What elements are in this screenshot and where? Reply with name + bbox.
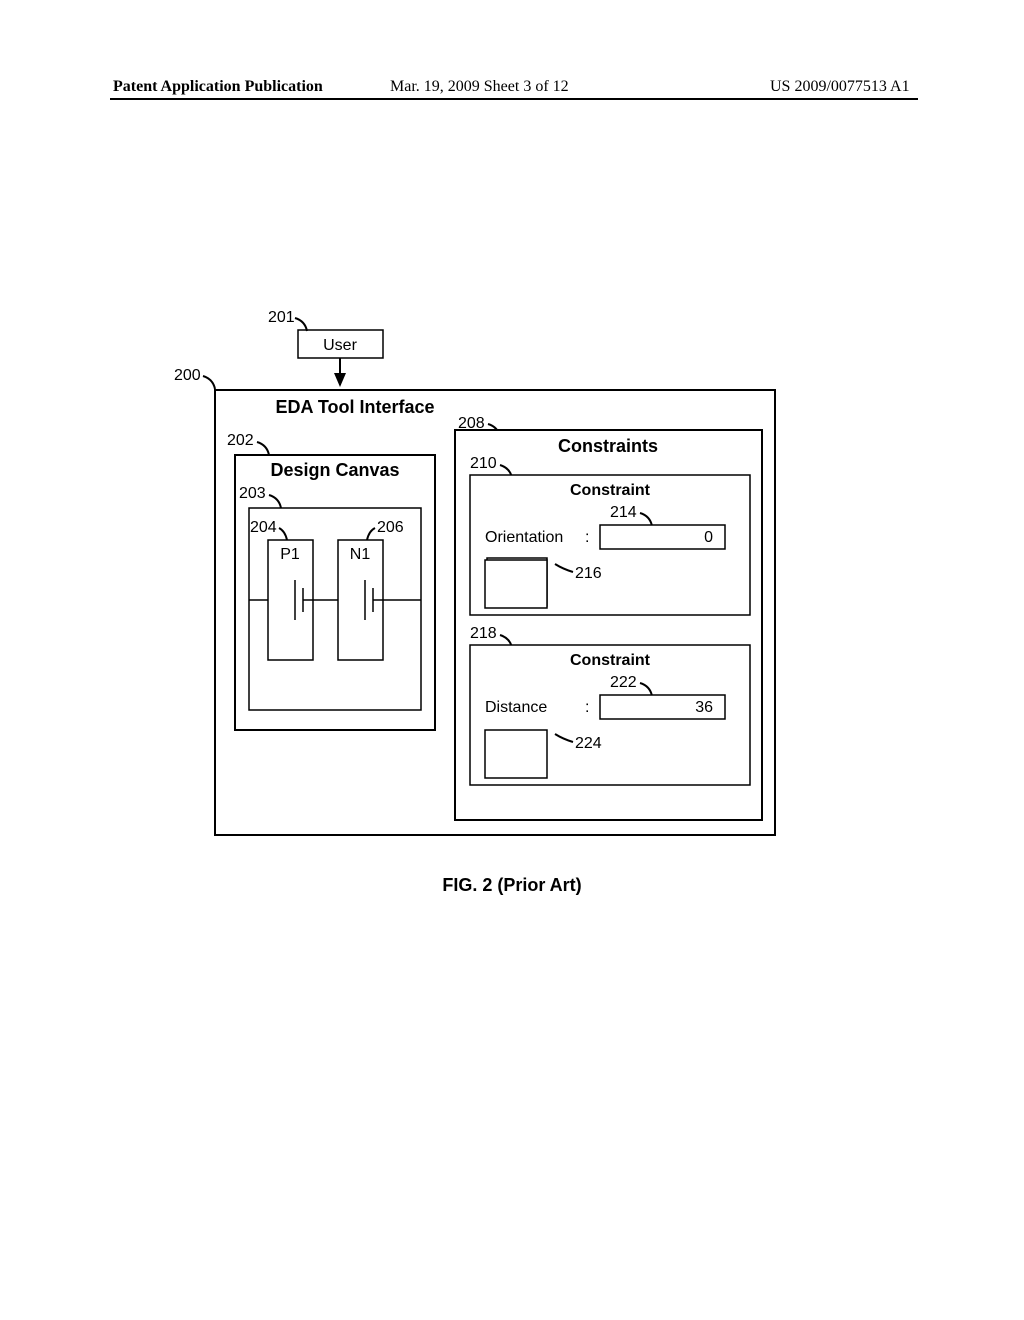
constraints-title: Constraints	[558, 436, 658, 456]
ref-203: 203	[239, 485, 266, 502]
ref-214: 214	[610, 504, 637, 521]
ref-210: 210	[470, 455, 497, 472]
distance-label: Distance	[485, 699, 547, 716]
leader-201	[295, 318, 307, 331]
ref-222: 222	[610, 674, 637, 691]
ref-206: 206	[377, 519, 404, 536]
orientation-value: 0	[704, 529, 713, 546]
ref-202: 202	[227, 432, 254, 449]
device-p1-label: P1	[280, 546, 300, 563]
ref-216: 216	[575, 565, 602, 582]
constraint1-title: Constraint	[570, 482, 651, 499]
header-date-sheet: Mar. 19, 2009 Sheet 3 of 12	[390, 78, 569, 96]
ref-224: 224	[575, 735, 602, 752]
user-label: User	[323, 337, 357, 354]
orientation-colon: :	[585, 529, 589, 546]
distance-value: 36	[695, 699, 713, 716]
figure-svg: User 201 200 EDA Tool Interface 202 Desi…	[155, 300, 865, 860]
eda-title: EDA Tool Interface	[275, 397, 434, 417]
device-n1-label: N1	[350, 546, 371, 563]
header-rule	[110, 98, 918, 100]
header-pub-number: US 2009/0077513 A1	[770, 78, 910, 96]
constraint2-tree-frame	[485, 730, 547, 778]
orientation-label: Orientation	[485, 529, 563, 546]
figure-caption: FIG. 2 (Prior Art)	[0, 875, 1024, 896]
distance-colon: :	[585, 699, 589, 716]
header-publication-label: Patent Application Publication	[113, 78, 323, 96]
ref-218: 218	[470, 625, 497, 642]
design-canvas-title: Design Canvas	[270, 460, 399, 480]
constraint1-tree-frame	[485, 560, 547, 608]
page-root: Patent Application Publication Mar. 19, …	[0, 0, 1024, 1320]
leader-200	[203, 376, 215, 389]
ref-204: 204	[250, 519, 277, 536]
ref-200: 200	[174, 367, 201, 384]
constraint2-title: Constraint	[570, 652, 651, 669]
ref-201: 201	[268, 309, 295, 326]
